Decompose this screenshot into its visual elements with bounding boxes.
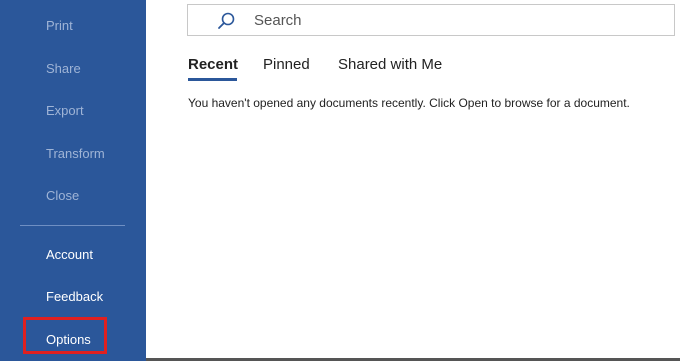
tab-shared-with-me[interactable]: Shared with Me	[338, 56, 442, 73]
sidebar-item-export[interactable]: Export	[46, 103, 84, 118]
sidebar-item-print[interactable]: Print	[46, 18, 73, 33]
sidebar-item-account[interactable]: Account	[46, 247, 93, 262]
backstage-sidebar: Print Share Export Transform Close Accou…	[0, 0, 146, 361]
tab-pinned[interactable]: Pinned	[263, 56, 310, 73]
main-panel: Search Recent Pinned Shared with Me You …	[146, 0, 680, 361]
options-highlight-box	[23, 317, 107, 354]
tab-recent[interactable]: Recent	[188, 56, 238, 73]
sidebar-item-transform[interactable]: Transform	[46, 146, 105, 161]
search-placeholder: Search	[254, 12, 302, 29]
sidebar-item-share[interactable]: Share	[46, 61, 81, 76]
empty-state-message: You haven't opened any documents recentl…	[188, 96, 630, 110]
search-icon	[218, 12, 235, 29]
sidebar-item-close[interactable]: Close	[46, 188, 79, 203]
active-tab-indicator	[188, 78, 237, 81]
sidebar-item-feedback[interactable]: Feedback	[46, 289, 103, 304]
sidebar-divider	[20, 225, 125, 226]
search-input[interactable]: Search	[187, 4, 675, 36]
